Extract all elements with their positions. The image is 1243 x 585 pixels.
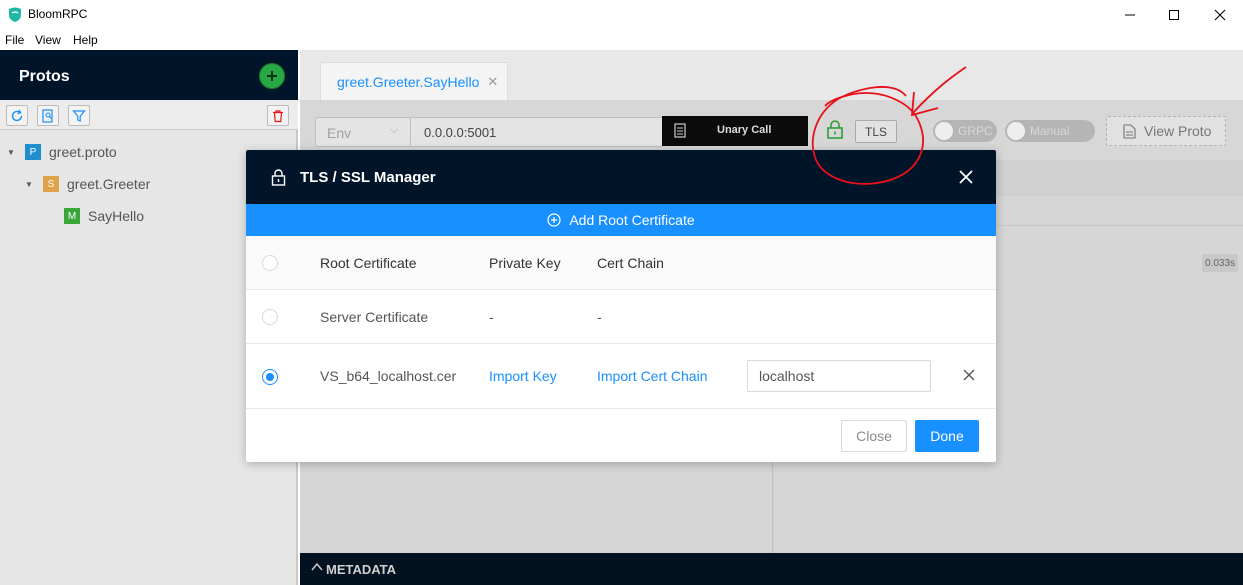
view-proto-label: View Proto bbox=[1144, 123, 1212, 139]
add-proto-button[interactable] bbox=[259, 63, 285, 89]
remove-certificate-icon[interactable] bbox=[963, 369, 975, 381]
modal-title: TLS / SSL Manager bbox=[300, 169, 436, 186]
toggle-knob bbox=[1007, 122, 1025, 140]
cert-chain-value: - bbox=[597, 309, 602, 325]
cert-radio[interactable] bbox=[262, 309, 278, 325]
call-type-label: Unary Call bbox=[717, 124, 772, 136]
import-cert-chain-link[interactable]: Import Cert Chain bbox=[597, 368, 707, 384]
bloomrpc-logo-icon bbox=[9, 7, 21, 22]
ssl-target-host-input[interactable] bbox=[747, 360, 931, 392]
lock-icon[interactable] bbox=[826, 120, 844, 140]
menu-help[interactable]: Help bbox=[73, 33, 98, 47]
filter-icon bbox=[72, 109, 86, 122]
import-key-link[interactable]: Import Key bbox=[489, 368, 557, 384]
response-time: 0.033s bbox=[1202, 254, 1238, 272]
document-icon bbox=[674, 123, 686, 138]
tab-close-icon[interactable]: ✕ bbox=[487, 74, 498, 90]
add-root-label: Add Root Certificate bbox=[569, 212, 695, 228]
call-type-button[interactable]: Unary Call bbox=[662, 116, 808, 146]
toggle-knob bbox=[935, 122, 953, 140]
chevron-down-icon: ⌵ bbox=[390, 124, 399, 136]
tab-bar: greet.Greeter.SayHello ✕ bbox=[300, 50, 1243, 100]
close-button[interactable]: Close bbox=[841, 420, 907, 452]
chevron-up-icon bbox=[311, 562, 323, 571]
col-root-certificate: Root Certificate bbox=[320, 255, 417, 271]
manual-toggle[interactable]: Manual bbox=[1005, 120, 1095, 142]
app-title: BloomRPC bbox=[28, 7, 88, 21]
sidebar-toolbar bbox=[0, 100, 298, 130]
done-button[interactable]: Done bbox=[915, 420, 979, 452]
reload-icon bbox=[11, 109, 23, 121]
service-badge: S bbox=[43, 176, 59, 192]
cert-table-header: Root Certificate Private Key Cert Chain bbox=[246, 236, 996, 290]
sidebar-title: Protos bbox=[19, 68, 70, 85]
tree-item-label: greet.proto bbox=[49, 144, 117, 160]
file-text-icon bbox=[1123, 124, 1136, 139]
server-url-input[interactable]: 0.0.0.0:5001 bbox=[411, 117, 663, 147]
server-url-value: 0.0.0.0:5001 bbox=[424, 125, 497, 140]
col-cert-chain: Cert Chain bbox=[597, 255, 664, 271]
metadata-label: METADATA bbox=[326, 562, 397, 577]
plus-circle-icon bbox=[547, 213, 561, 227]
tree-item-service[interactable]: ▼ S greet.Greeter bbox=[25, 174, 150, 194]
import-proto-button[interactable] bbox=[37, 105, 59, 126]
maximize-button[interactable] bbox=[1151, 0, 1197, 30]
caret-down-icon[interactable]: ▼ bbox=[7, 148, 17, 157]
maximize-icon bbox=[1169, 10, 1179, 20]
caret-down-icon[interactable]: ▼ bbox=[25, 180, 35, 189]
minimize-icon bbox=[1125, 14, 1135, 16]
delete-all-button[interactable] bbox=[267, 105, 289, 126]
metadata-bar[interactable]: METADATA bbox=[300, 553, 1243, 585]
delete-icon bbox=[273, 109, 283, 122]
lock-icon bbox=[271, 169, 286, 186]
title-bar: BloomRPC bbox=[0, 0, 1243, 30]
cert-name: VS_b64_localhost.cer bbox=[320, 368, 457, 384]
private-key-value: - bbox=[489, 309, 494, 325]
tls-manager-modal: TLS / SSL Manager Add Root Certificate R… bbox=[246, 150, 996, 462]
close-icon bbox=[1214, 9, 1226, 21]
menu-bar: File View Help bbox=[0, 30, 1243, 50]
modal-header: TLS / SSL Manager bbox=[246, 150, 996, 204]
tree-item-label: greet.Greeter bbox=[67, 176, 151, 192]
env-placeholder: Env bbox=[327, 125, 352, 141]
close-window-button[interactable] bbox=[1197, 0, 1243, 30]
file-search-icon bbox=[42, 108, 53, 123]
plus-icon bbox=[267, 71, 277, 81]
tls-button[interactable]: TLS bbox=[855, 120, 897, 143]
tree-item-proto[interactable]: ▼ P greet.proto bbox=[7, 142, 117, 162]
reload-button[interactable] bbox=[6, 105, 28, 126]
grpc-label: GRPC bbox=[958, 124, 993, 138]
env-select[interactable]: Env ⌵ bbox=[315, 117, 411, 147]
cert-radio[interactable] bbox=[262, 369, 278, 385]
close-icon[interactable] bbox=[959, 170, 973, 184]
table-row[interactable]: VS_b64_localhost.cer Import Key Import C… bbox=[246, 344, 996, 409]
view-proto-button[interactable]: View Proto bbox=[1106, 116, 1226, 146]
radio-header[interactable] bbox=[262, 255, 278, 271]
tab-label: greet.Greeter.SayHello bbox=[337, 73, 480, 90]
col-private-key: Private Key bbox=[489, 255, 561, 271]
menu-view[interactable]: View bbox=[35, 33, 61, 47]
sidebar-header: Protos bbox=[0, 50, 298, 100]
tree-item-label: SayHello bbox=[88, 208, 145, 224]
modal-footer: Close Done bbox=[246, 409, 996, 462]
filter-button[interactable] bbox=[68, 105, 90, 126]
table-row[interactable]: Server Certificate - - bbox=[246, 290, 996, 344]
cert-name: Server Certificate bbox=[320, 309, 429, 325]
proto-badge: P bbox=[25, 144, 41, 160]
method-badge: M bbox=[64, 208, 80, 224]
minimize-button[interactable] bbox=[1107, 0, 1153, 30]
menu-file[interactable]: File bbox=[5, 33, 24, 47]
grpc-web-toggle[interactable]: GRPC bbox=[933, 120, 997, 142]
manual-label: Manual bbox=[1030, 124, 1070, 138]
tree-item-method[interactable]: M SayHello bbox=[64, 206, 144, 226]
add-root-certificate-button[interactable]: Add Root Certificate bbox=[246, 204, 996, 236]
tab-sayhello[interactable]: greet.Greeter.SayHello ✕ bbox=[320, 62, 508, 100]
